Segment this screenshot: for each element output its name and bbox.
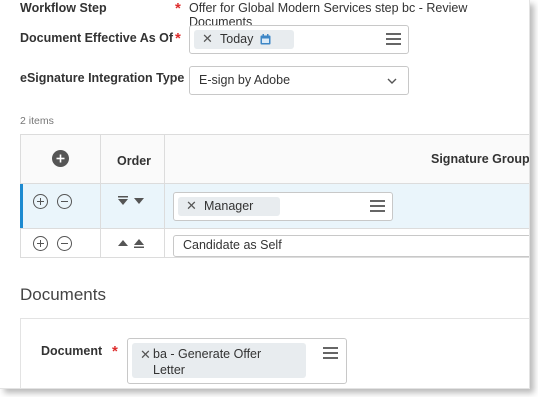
esignature-type-select[interactable]: E-sign by Adobe bbox=[189, 66, 409, 95]
document-pill: ✕ ba - Generate Offer Letter bbox=[132, 343, 306, 378]
workflow-step-label: Workflow Step bbox=[20, 1, 107, 15]
required-asterisk-icon: * bbox=[175, 30, 181, 47]
document-label: Document bbox=[41, 344, 103, 358]
remove-row-button[interactable] bbox=[57, 236, 72, 251]
add-row-icon[interactable] bbox=[52, 150, 69, 167]
document-field[interactable]: ✕ ba - Generate Offer Letter bbox=[127, 338, 347, 384]
column-header-order[interactable]: Order bbox=[117, 154, 151, 168]
calendar-icon[interactable] bbox=[260, 34, 271, 45]
list-icon[interactable] bbox=[370, 200, 385, 212]
signature-table: Order Signature Group ✕ Manager Candidat… bbox=[20, 134, 529, 258]
document-value-line2: Letter bbox=[153, 363, 185, 377]
documents-section-title: Documents bbox=[20, 285, 106, 304]
effective-date-label: Document Effective As Of bbox=[20, 31, 174, 45]
required-asterisk-icon: * bbox=[175, 0, 181, 17]
selected-row-indicator bbox=[20, 184, 23, 228]
section-border bbox=[20, 318, 21, 388]
add-row-button[interactable] bbox=[33, 194, 48, 209]
effective-date-pill: ✕ Today bbox=[194, 30, 294, 49]
move-down-icons[interactable] bbox=[118, 196, 146, 206]
section-divider bbox=[20, 318, 529, 319]
chevron-down-icon bbox=[387, 78, 397, 84]
workday-form-window: Workflow Step * Offer for Global Modern … bbox=[0, 0, 530, 389]
list-icon[interactable] bbox=[323, 347, 338, 359]
required-asterisk-icon: * bbox=[112, 343, 118, 360]
close-icon[interactable]: ✕ bbox=[202, 31, 213, 47]
close-icon[interactable]: ✕ bbox=[140, 347, 151, 363]
signature-group-field[interactable]: ✕ Manager bbox=[173, 192, 393, 221]
signature-group-field[interactable]: Candidate as Self bbox=[173, 235, 529, 257]
item-count: 2 items bbox=[20, 115, 54, 127]
close-icon[interactable]: ✕ bbox=[186, 198, 197, 214]
esignature-type-label: eSignature Integration Type bbox=[20, 71, 185, 85]
effective-date-value: Today bbox=[220, 32, 254, 46]
remove-row-button[interactable] bbox=[57, 194, 72, 209]
list-icon[interactable] bbox=[386, 33, 401, 45]
signature-group-value: Manager bbox=[204, 199, 254, 213]
column-header-signature-group[interactable]: Signature Group bbox=[431, 152, 529, 166]
effective-date-field[interactable]: ✕ Today bbox=[189, 25, 409, 54]
signature-group-value: Candidate as Self bbox=[183, 238, 282, 252]
esignature-type-value: E-sign by Adobe bbox=[199, 73, 291, 87]
add-row-button[interactable] bbox=[33, 236, 48, 251]
signature-group-pill: ✕ Manager bbox=[178, 197, 280, 216]
move-up-icons[interactable] bbox=[118, 238, 146, 248]
document-value-line1: ba - Generate Offer bbox=[153, 347, 262, 361]
